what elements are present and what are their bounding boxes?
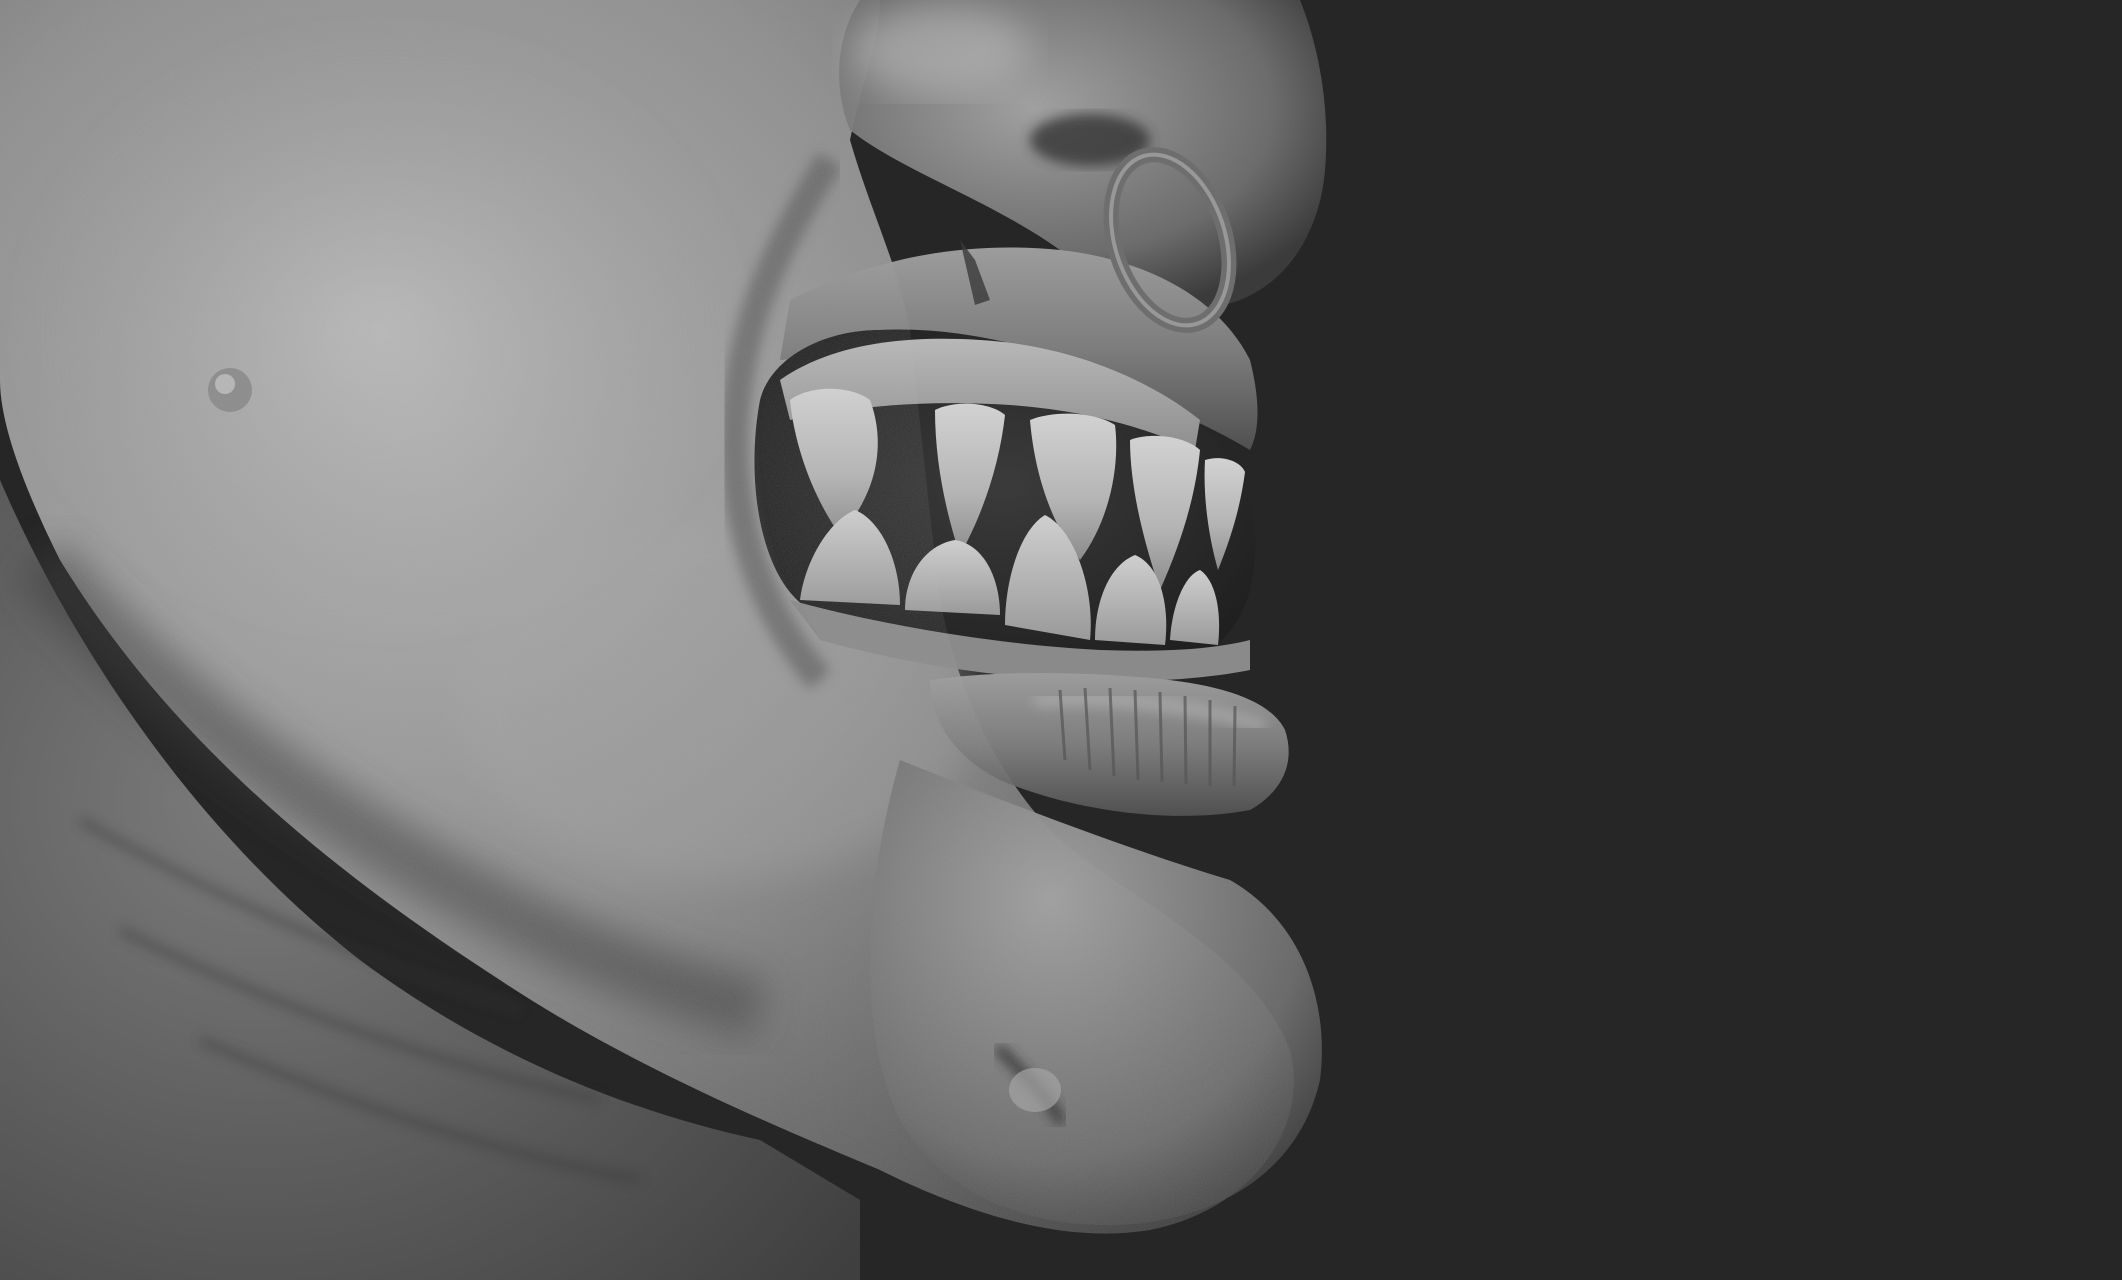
sculpt-render (0, 0, 2122, 1280)
sculpt-viewport (0, 0, 2122, 1280)
